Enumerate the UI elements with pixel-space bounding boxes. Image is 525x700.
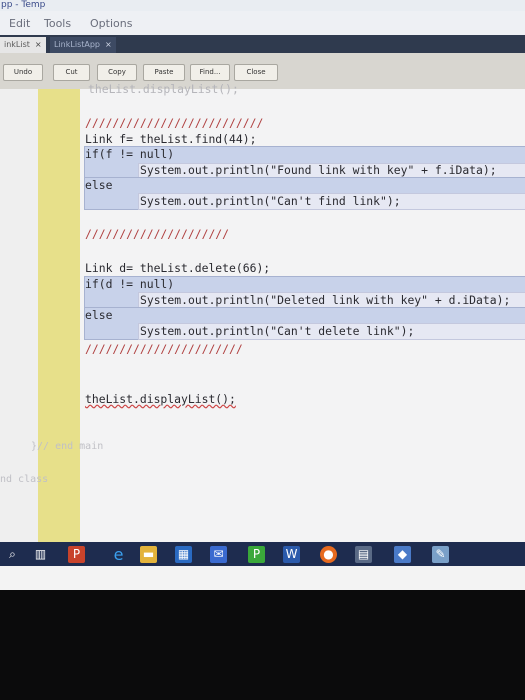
code-line: System.out.println("Can't find link"); [140, 194, 401, 208]
menu-bar: Edit Tools Options [0, 11, 525, 35]
end-main-comment: }// end main [31, 441, 104, 452]
code-line: System.out.println("Can't delete link"); [140, 324, 415, 338]
paste-button[interactable]: Paste [143, 64, 185, 81]
code-line: theList.displayList(); [88, 82, 239, 96]
code-line: System.out.println("Deleted link with ke… [140, 293, 511, 307]
code-line: System.out.println("Found link with key"… [140, 163, 497, 177]
code-line: if(f != null) [85, 147, 175, 161]
screen: pp - Temp Edit Tools Options inkList × Li… [0, 0, 525, 590]
code-line: else [85, 178, 113, 192]
calculator-icon[interactable]: ▤ [355, 546, 372, 563]
close-icon[interactable]: × [35, 40, 42, 49]
copy-button[interactable]: Copy [97, 64, 137, 81]
find-button[interactable]: Find... [190, 64, 230, 81]
window-title: pp - Temp [0, 0, 525, 11]
edge-icon[interactable]: e [110, 546, 127, 563]
tab-linklistapp[interactable]: LinkListApp × [50, 37, 116, 53]
cut-button[interactable]: Cut [53, 64, 90, 81]
code-line: /////////////////////// [85, 342, 243, 356]
code-line: else [85, 308, 113, 322]
firefox-icon[interactable]: ● [320, 546, 337, 563]
tab-label: inkList [4, 40, 30, 49]
code-line: Link d= theList.delete(66); [85, 261, 271, 275]
search-icon[interactable]: ⌕ [4, 546, 21, 563]
store-icon[interactable]: ▦ [175, 546, 192, 563]
menu-tools[interactable]: Tools [44, 17, 71, 30]
code-line: ////////////////////////// [85, 116, 264, 130]
tab-label: LinkListApp [54, 40, 100, 49]
code-line: if(d != null) [85, 277, 175, 291]
tab-bar: inkList × LinkListApp × [0, 35, 525, 53]
menu-edit[interactable]: Edit [9, 17, 30, 30]
close-button[interactable]: Close [234, 64, 278, 81]
code-line: theList.displayList(); [85, 392, 236, 406]
code-line: Link f= theList.find(44); [85, 132, 257, 146]
tab-linklist[interactable]: inkList × [0, 37, 46, 53]
task-view-icon[interactable]: ▥ [32, 546, 49, 563]
editor-toolbar: Undo Cut Copy Paste Find... Close [0, 53, 525, 90]
code-editor[interactable]: theList.displayList(); /////////////////… [80, 82, 525, 542]
undo-button[interactable]: Undo [3, 64, 43, 81]
project-icon[interactable]: P [248, 546, 265, 563]
taskbar: ⌕ ▥ P e ▬ ▦ ✉ P W ● ▤ ◆ ✎ [0, 542, 525, 566]
word-icon[interactable]: W [283, 546, 300, 563]
menu-options[interactable]: Options [90, 17, 132, 30]
mail-icon[interactable]: ✉ [210, 546, 227, 563]
app-icon[interactable]: ◆ [394, 546, 411, 563]
powerpoint-icon[interactable]: P [68, 546, 85, 563]
bluej-icon[interactable]: ✎ [432, 546, 449, 563]
end-class-comment: nd class [0, 474, 49, 485]
close-icon[interactable]: × [105, 40, 112, 49]
file-explorer-icon[interactable]: ▬ [140, 546, 157, 563]
code-line: ///////////////////// [85, 227, 230, 241]
